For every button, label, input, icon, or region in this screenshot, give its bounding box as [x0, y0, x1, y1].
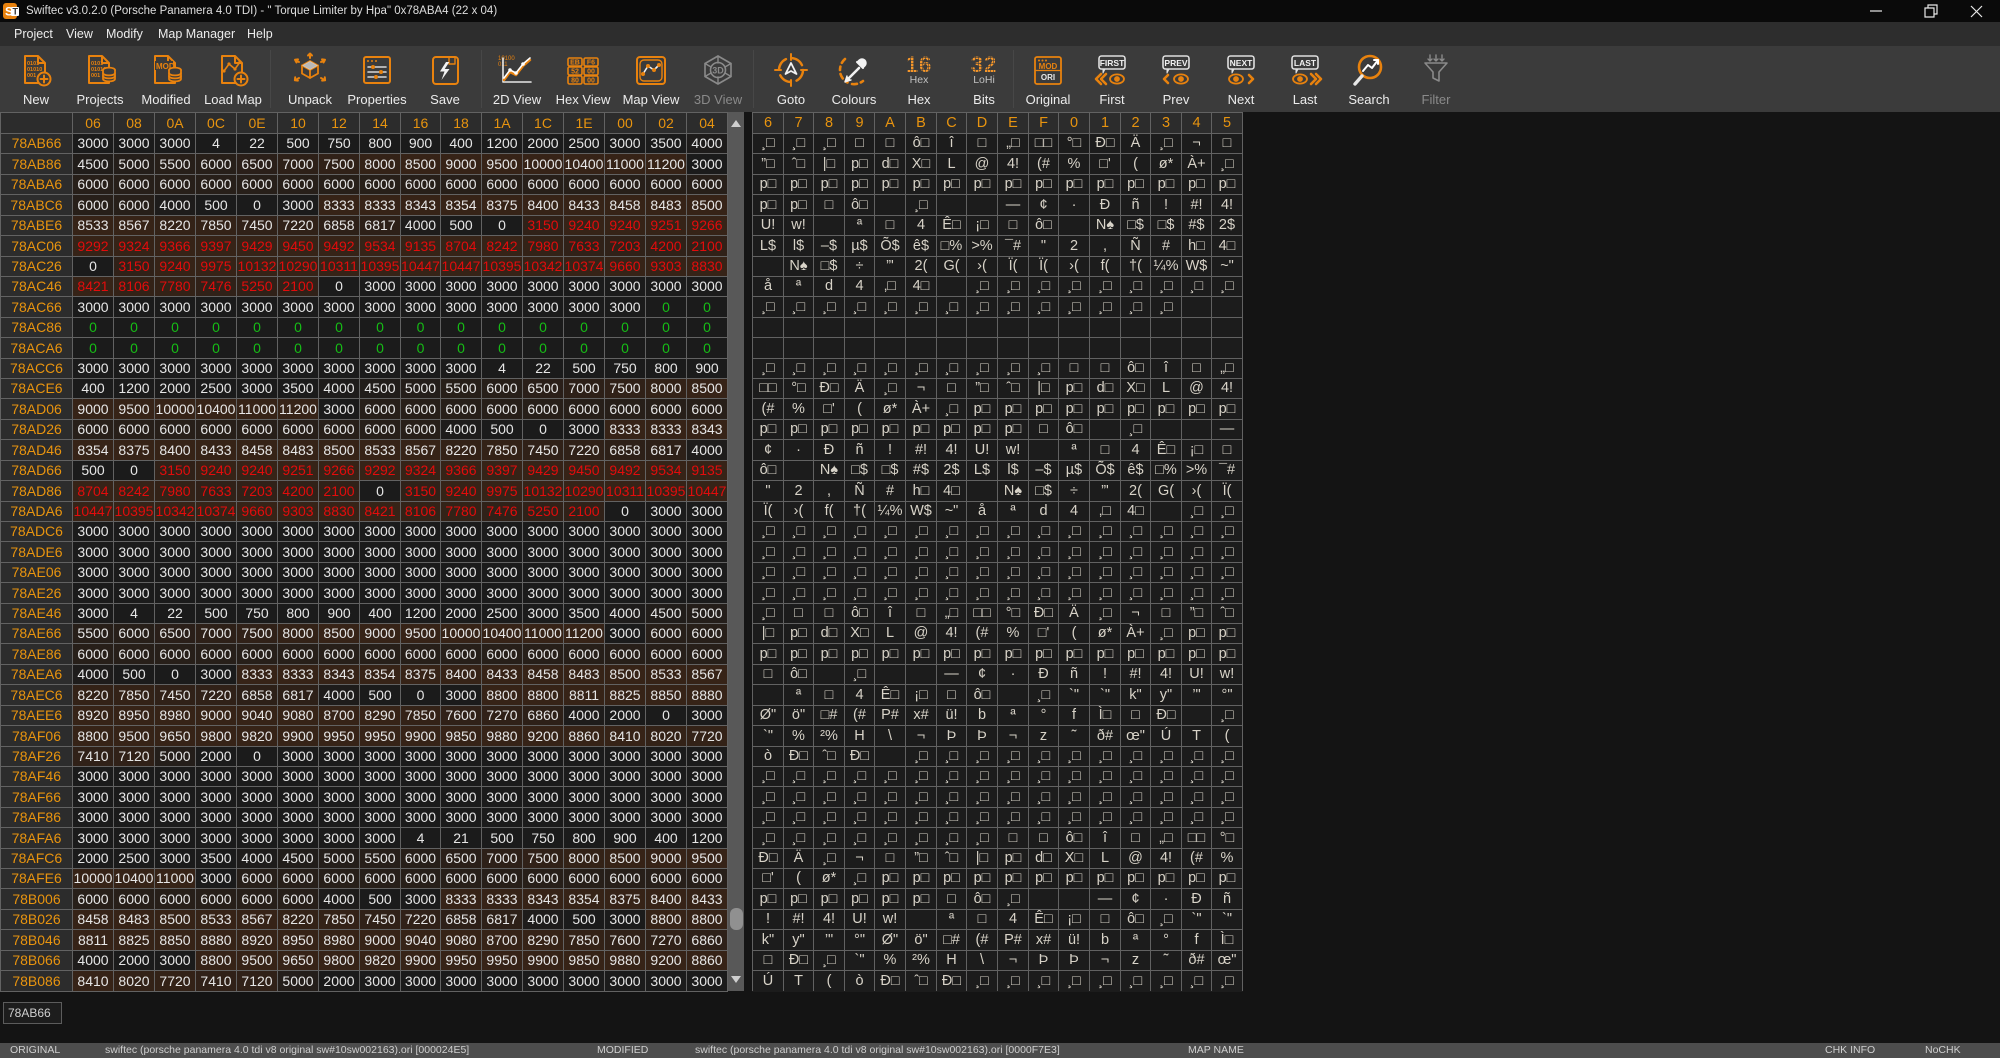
svg-text:LAST: LAST — [1294, 58, 1317, 68]
svg-text:FIRST: FIRST — [1100, 58, 1125, 68]
svg-text:80: 80 — [571, 78, 579, 85]
svg-text:Hex: Hex — [910, 74, 929, 86]
svg-text:00: 00 — [587, 69, 595, 76]
svg-text:MOD: MOD — [1039, 62, 1058, 71]
svg-text:LoHi: LoHi — [973, 74, 995, 86]
svg-text:EB: EB — [570, 60, 580, 67]
svg-text:PREV: PREV — [1164, 58, 1187, 68]
svg-text:NEXT: NEXT — [1230, 58, 1253, 68]
svg-text:F6: F6 — [587, 60, 595, 67]
svg-text:001: 001 — [91, 73, 100, 79]
svg-text:00: 00 — [587, 78, 595, 85]
svg-text:T: T — [13, 7, 19, 17]
svg-text:ORI: ORI — [1041, 73, 1055, 82]
svg-text:52: 52 — [571, 69, 579, 76]
svg-text:3D: 3D — [712, 66, 724, 76]
svg-text:001: 001 — [27, 73, 36, 79]
